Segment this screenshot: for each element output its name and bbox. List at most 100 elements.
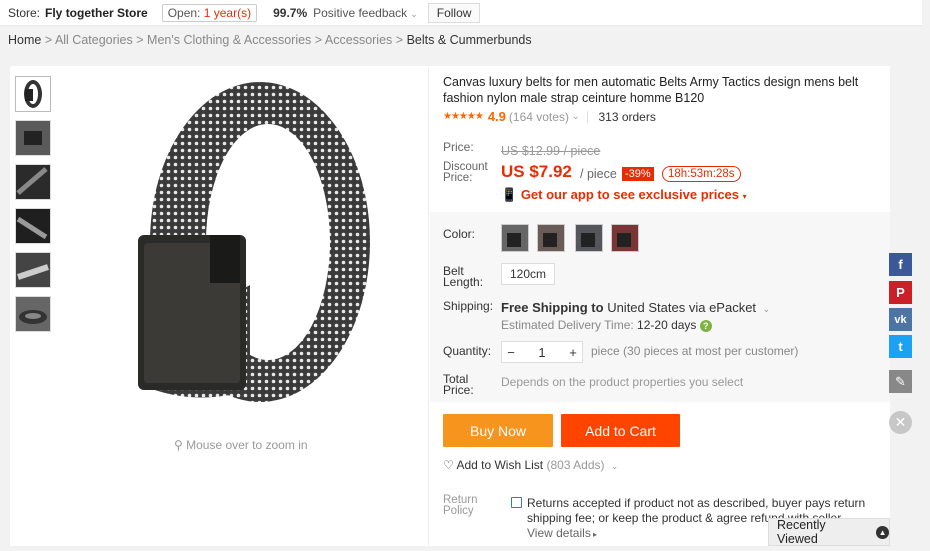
length-option-120cm[interactable]: 120cm <box>501 263 555 285</box>
belt-buckle-icon <box>16 121 50 155</box>
vk-icon: vk <box>894 313 907 326</box>
delivery-estimate: Estimated Delivery Time: 12-20 days ? <box>501 318 712 332</box>
breadcrumb-home[interactable]: Home <box>8 33 41 47</box>
thumbnail-1[interactable] <box>15 76 51 112</box>
store-label: Store: <box>8 5 41 20</box>
shipping-info[interactable]: Free Shipping to United States via ePack… <box>501 300 770 315</box>
discount-label-line2: Price: <box>443 172 473 184</box>
total-price: Depends on the product properties you se… <box>501 375 744 389</box>
edit-button[interactable]: ✎ <box>889 370 912 393</box>
caret-right-icon: ▸ <box>590 530 598 539</box>
buy-now-button[interactable]: Buy Now <box>443 414 553 447</box>
price-label: Price: <box>443 140 474 154</box>
countdown-timer: 18h:53m:28s <box>662 166 741 182</box>
breadcrumb-item[interactable]: Accessories <box>325 33 392 47</box>
original-price: US $12.99 / piece <box>501 144 601 158</box>
product-title: Canvas luxury belts for men automatic Be… <box>443 75 859 105</box>
color-swatch-3[interactable] <box>575 224 603 252</box>
votes-count[interactable]: (164 votes) <box>509 110 569 124</box>
divider <box>587 110 589 123</box>
add-to-cart-button[interactable]: Add to Cart <box>561 414 680 447</box>
thumbnail-3[interactable] <box>15 164 51 200</box>
app-promo-text: Get our app to see exclusive prices <box>520 187 740 202</box>
facebook-share-button[interactable]: f <box>889 253 912 276</box>
quantity-input[interactable]: 1 <box>533 345 551 360</box>
belt-strap-icon <box>16 209 50 243</box>
pinterest-icon: P <box>896 285 905 300</box>
breadcrumb: Home > All Categories > Men's Clothing &… <box>8 33 532 47</box>
delivery-days: 12-20 days <box>637 318 697 332</box>
thumbnail-6[interactable] <box>15 296 51 332</box>
breadcrumb-sep: > <box>395 33 404 47</box>
star-rating-icon: ★★★★★ <box>443 111 484 122</box>
app-promo-link[interactable]: 📱 Get our app to see exclusive prices ▾ <box>501 187 747 203</box>
phone-icon: 📱 <box>501 187 518 202</box>
breadcrumb-item[interactable]: All Categories <box>55 33 133 47</box>
rating-value: 4.9 <box>487 109 506 124</box>
product-main-image[interactable] <box>60 70 428 415</box>
shipping-label: Shipping: <box>443 299 494 313</box>
belt-swatch-icon <box>502 225 528 251</box>
length-label: Belt Length: <box>443 265 484 289</box>
twitter-share-button[interactable]: t <box>889 335 912 358</box>
breadcrumb-sep: > <box>44 33 53 47</box>
chevron-down-icon[interactable]: ⌄ <box>572 111 580 122</box>
shipping-destination: United States via ePacket <box>607 300 757 315</box>
chevron-down-icon: ⌄ <box>610 461 619 471</box>
rating-row: ★★★★★ 4.9 (164 votes) ⌄ 313 orders <box>443 109 656 124</box>
belt-coil-icon <box>16 297 50 331</box>
store-name-link[interactable]: Fly together Store <box>45 6 148 20</box>
open-prefix: Open: <box>167 5 201 20</box>
per-piece: / piece <box>580 167 617 181</box>
breadcrumb-sep: > <box>314 33 323 47</box>
thumbnail-5[interactable] <box>15 252 51 288</box>
belt-swatch-icon <box>612 225 638 251</box>
belt-image-icon <box>138 82 370 402</box>
total-label: Total Price: <box>443 373 474 396</box>
minus-button[interactable]: − <box>502 345 520 360</box>
return-icon <box>511 497 522 508</box>
thumbnail-2[interactable] <box>15 120 51 156</box>
help-icon[interactable]: ? <box>699 319 712 332</box>
wish-list-link[interactable]: ♡ Add to Wish List (803 Adds) ⌄ <box>443 458 618 472</box>
facebook-icon: f <box>898 257 903 272</box>
orders-count: 313 orders <box>598 109 656 124</box>
discount-label: Discount Price: <box>443 161 488 184</box>
discount-price: US $7.92 <box>501 162 572 181</box>
twitter-icon: t <box>898 339 903 354</box>
close-button[interactable]: ✕ <box>889 411 912 434</box>
thumbnail-list <box>15 76 51 340</box>
length-label-line2: Length: <box>443 275 484 289</box>
thumbnail-4[interactable] <box>15 208 51 244</box>
discount-percent-badge: -39% <box>622 167 654 181</box>
color-swatch-1[interactable] <box>501 224 529 252</box>
color-swatch-2[interactable] <box>537 224 565 252</box>
edit-icon: ✎ <box>895 373 906 389</box>
breadcrumb-item[interactable]: Men's Clothing & Accessories <box>147 33 311 47</box>
caret-down-icon: ▾ <box>742 192 747 201</box>
quantity-stepper: − 1 + <box>501 341 583 363</box>
magnifier-icon: ⚲ <box>174 438 183 452</box>
feedback-percent: 99.7% <box>273 5 308 20</box>
follow-button[interactable]: Follow <box>427 2 481 23</box>
vk-share-button[interactable]: vk <box>889 308 912 331</box>
close-icon: ✕ <box>894 414 907 430</box>
view-details-link[interactable]: View details <box>527 526 591 540</box>
return-policy-label: Return Policy <box>443 494 478 517</box>
free-shipping-text: Free Shipping to <box>501 300 604 315</box>
color-swatch-4[interactable] <box>611 224 639 252</box>
quantity-note: piece (30 pieces at most per customer) <box>591 344 799 358</box>
delivery-label: Estimated Delivery Time: <box>501 318 634 332</box>
plus-button[interactable]: + <box>564 345 582 360</box>
breadcrumb-sep: > <box>136 33 144 47</box>
breadcrumb-current[interactable]: Belts & Cummerbunds <box>407 33 532 47</box>
open-years: 1 year(s) <box>203 5 252 20</box>
zoom-hint: ⚲ Mouse over to zoom in <box>174 438 308 452</box>
feedback-dropdown[interactable]: Positive feedback ⌄ <box>313 6 418 20</box>
store-open-badge: Open: 1 year(s) <box>161 3 258 22</box>
belt-roll-icon <box>24 80 42 108</box>
heart-icon: ♡ <box>443 458 454 472</box>
zoom-hint-text: Mouse over to zoom in <box>186 438 308 452</box>
recently-viewed-bar[interactable]: Recently Viewed ▲ <box>768 518 890 546</box>
pinterest-share-button[interactable]: P <box>889 281 912 304</box>
